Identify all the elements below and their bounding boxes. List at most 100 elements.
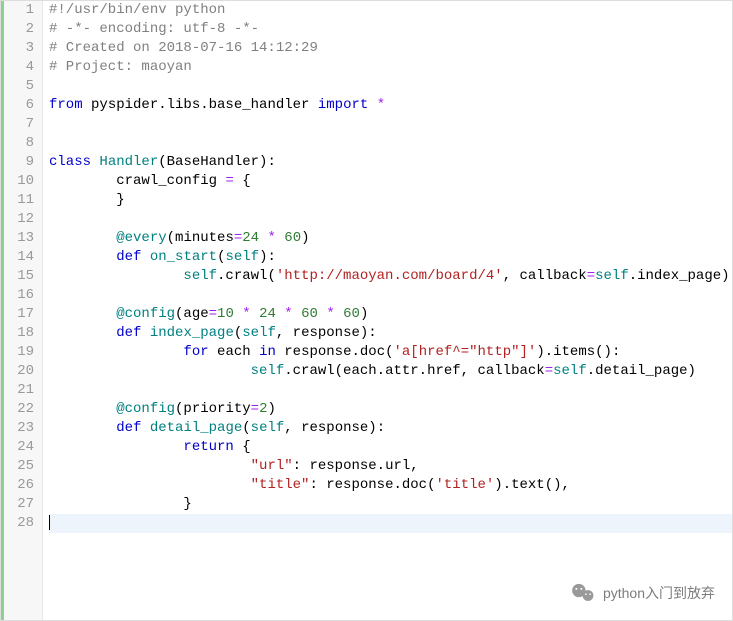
code-area[interactable]: #!/usr/bin/env python# -*- encoding: utf… xyxy=(43,1,732,620)
token: each xyxy=(209,344,259,360)
token: "url" xyxy=(251,458,293,474)
code-line[interactable] xyxy=(49,134,732,153)
token xyxy=(49,477,251,493)
token: ): xyxy=(259,249,276,265)
token xyxy=(368,97,376,113)
token: = xyxy=(225,173,233,189)
code-line[interactable]: } xyxy=(49,495,732,514)
token: 24 xyxy=(259,306,276,322)
code-line[interactable]: self.crawl(each.attr.href, callback=self… xyxy=(49,362,732,381)
cursor xyxy=(49,515,50,530)
token: = xyxy=(234,230,242,246)
code-line[interactable]: "title": response.doc('title').text(), xyxy=(49,476,732,495)
token: ).text(), xyxy=(494,477,570,493)
code-line[interactable]: def index_page(self, response): xyxy=(49,324,732,343)
token: def xyxy=(116,420,141,436)
code-line[interactable]: return { xyxy=(49,438,732,457)
code-line[interactable] xyxy=(49,286,732,305)
code-line[interactable] xyxy=(49,77,732,96)
token: (priority xyxy=(175,401,251,417)
token: (BaseHandler): xyxy=(158,154,276,170)
code-line[interactable] xyxy=(49,381,732,400)
line-number-gutter: 1234567891011121314151617181920212223242… xyxy=(1,1,43,620)
line-number: 25 xyxy=(4,457,34,476)
code-line[interactable]: class Handler(BaseHandler): xyxy=(49,153,732,172)
token xyxy=(49,325,116,341)
token: in xyxy=(259,344,276,360)
token: * xyxy=(267,230,275,246)
token xyxy=(141,420,149,436)
line-number: 9 xyxy=(4,153,34,172)
code-line[interactable] xyxy=(49,115,732,134)
line-number: 23 xyxy=(4,419,34,438)
code-line[interactable]: from pyspider.libs.base_handler import * xyxy=(49,96,732,115)
code-line[interactable]: # Created on 2018-07-16 14:12:29 xyxy=(49,39,732,58)
token xyxy=(49,306,116,322)
token xyxy=(49,458,251,474)
line-number: 13 xyxy=(4,229,34,248)
token: , callback xyxy=(503,268,587,284)
token: @config xyxy=(116,401,175,417)
token xyxy=(335,306,343,322)
line-number: 19 xyxy=(4,343,34,362)
wechat-icon xyxy=(571,583,595,603)
code-line[interactable]: crawl_config = { xyxy=(49,172,732,191)
token: # -*- encoding: utf-8 -*- xyxy=(49,21,259,37)
code-line[interactable]: @every(minutes=24 * 60) xyxy=(49,229,732,248)
token: Handler xyxy=(99,154,158,170)
line-number: 26 xyxy=(4,476,34,495)
token: { xyxy=(234,439,251,455)
token xyxy=(141,249,149,265)
code-line[interactable]: for each in response.doc('a[href^="http"… xyxy=(49,343,732,362)
line-number: 16 xyxy=(4,286,34,305)
token: ).items(): xyxy=(536,344,620,360)
token xyxy=(49,420,116,436)
code-line[interactable]: "url": response.url, xyxy=(49,457,732,476)
code-editor[interactable]: 1234567891011121314151617181920212223242… xyxy=(0,0,733,621)
token: import xyxy=(318,97,368,113)
token: self xyxy=(251,420,285,436)
line-number: 17 xyxy=(4,305,34,324)
token: 'title' xyxy=(435,477,494,493)
code-line[interactable] xyxy=(49,514,732,533)
token: self xyxy=(183,268,217,284)
code-line[interactable]: } xyxy=(49,191,732,210)
token: : response.url, xyxy=(293,458,419,474)
token xyxy=(49,401,116,417)
token: def xyxy=(116,325,141,341)
token: # Project: maoyan xyxy=(49,59,192,75)
token: detail_page xyxy=(150,420,242,436)
line-number: 21 xyxy=(4,381,34,400)
token: (minutes xyxy=(167,230,234,246)
token: ) xyxy=(360,306,368,322)
code-line[interactable]: @config(priority=2) xyxy=(49,400,732,419)
token: * xyxy=(377,97,385,113)
token: .detail_page) xyxy=(587,363,696,379)
line-number: 12 xyxy=(4,210,34,229)
code-line[interactable]: # -*- encoding: utf-8 -*- xyxy=(49,20,732,39)
code-line[interactable]: # Project: maoyan xyxy=(49,58,732,77)
token: } xyxy=(49,496,192,512)
token: * xyxy=(284,306,292,322)
token: self xyxy=(242,325,276,341)
code-line[interactable]: self.crawl('http://maoyan.com/board/4', … xyxy=(49,267,732,286)
token: 60 xyxy=(301,306,318,322)
line-number: 24 xyxy=(4,438,34,457)
token: = xyxy=(587,268,595,284)
token: class xyxy=(49,154,91,170)
code-line[interactable]: #!/usr/bin/env python xyxy=(49,1,732,20)
token xyxy=(49,268,183,284)
token: * xyxy=(326,306,334,322)
token: @config xyxy=(116,306,175,322)
token: 60 xyxy=(343,306,360,322)
code-line[interactable]: def on_start(self): xyxy=(49,248,732,267)
token: response.doc( xyxy=(276,344,394,360)
code-line[interactable]: @config(age=10 * 24 * 60 * 60) xyxy=(49,305,732,324)
code-line[interactable] xyxy=(49,210,732,229)
token: { xyxy=(234,173,251,189)
line-number: 11 xyxy=(4,191,34,210)
code-line[interactable]: def detail_page(self, response): xyxy=(49,419,732,438)
token: .crawl(each.attr.href, callback xyxy=(284,363,544,379)
line-number: 7 xyxy=(4,115,34,134)
token xyxy=(141,325,149,341)
